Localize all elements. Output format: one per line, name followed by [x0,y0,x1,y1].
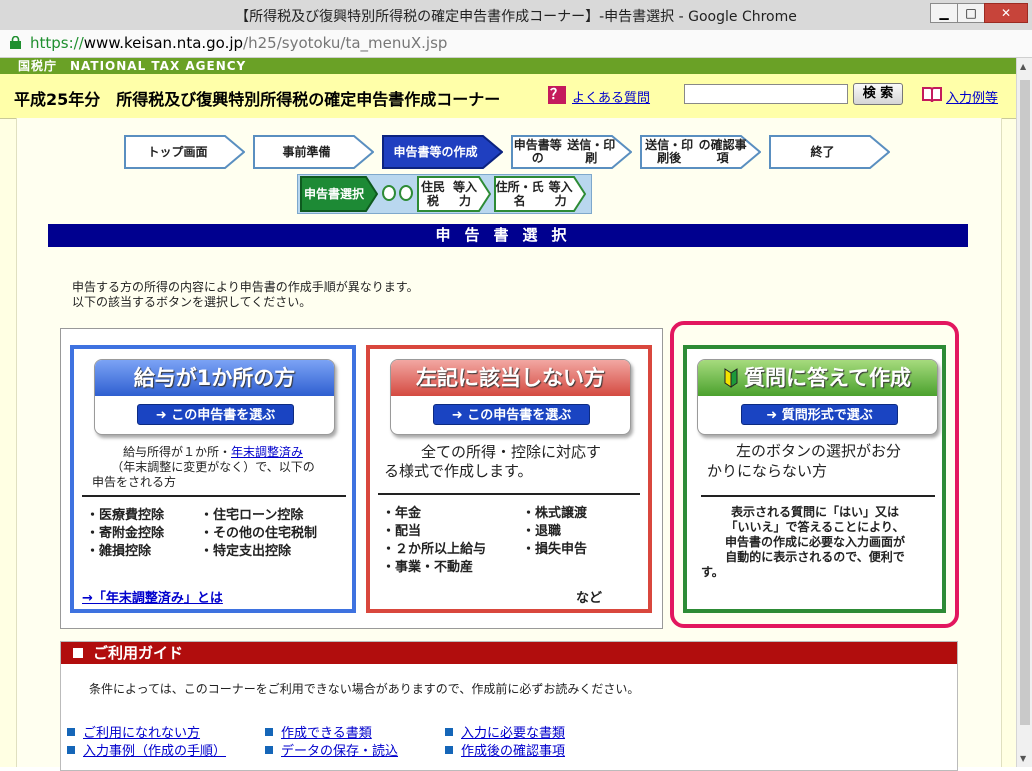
page-title: 平成25年分 所得税及び復興特別所得税の確定申告書作成コーナー [14,90,501,109]
step-label: 送信・印刷後 の確認事項 [645,138,747,165]
substep-3: 住所・氏名 等入力 [494,176,587,212]
bullet-icon [265,746,273,754]
intro-text: 申告する方の所得の内容により申告書の作成手順が異なります。 以下の該当するボタン… [72,280,419,309]
faq-link[interactable]: よくある質問 [572,87,650,106]
question-form-title: 質問に答えて作成 [698,360,937,396]
bullet-icon [265,728,273,736]
window-titlebar: 【所得税及び復興特別所得税の確定申告書作成コーナー】-申告書選択 - Googl… [0,0,1032,31]
bullet-icon [445,746,453,754]
step-1: トップ画面 [124,135,245,169]
step-label: 終了 [810,144,835,159]
select-this-form-button[interactable]: ➜ この申告書を選ぶ [137,404,294,425]
input-examples-link[interactable]: 入力例等 [946,87,998,106]
substep-1: 申告書 選択 [300,176,379,212]
step-dot-icon [382,185,396,201]
substep-label: 申告書 選択 [303,187,365,201]
other-form-title: 左記に該当しない方 [391,360,630,396]
panel-single-salary: 給与が1か所の方 ➜ この申告書を選ぶ 給与所得が１か所・年末調整済み （年末調… [70,345,356,613]
guide-link-save-load[interactable]: データの保存・読込 [265,740,398,759]
deduction-list-left: ・医療費控除 ・寄附金控除 ・雑損控除 [86,508,165,559]
income-list-right: ・株式譲渡 ・退職 ・損失申告 [522,506,588,557]
substep-2: 住民税 等入力 [417,176,492,212]
scrollbar-thumb[interactable] [1020,80,1030,725]
divider [701,495,935,497]
select-this-form-button[interactable]: ➜ この申告書を選ぶ [433,404,590,425]
lock-icon [10,36,21,49]
step-label: 申告書等の 送信・印刷 [513,138,616,165]
minimize-button[interactable]: ▁ [930,3,958,23]
substep-label: 住民税 等入力 [420,180,477,208]
question-form-description: 左のボタンの選択がお分 かりにならない方 [707,442,901,480]
usage-guide-header: ご利用ガイド [61,642,957,664]
step-2: 事前準備 [253,135,374,169]
usage-guide: ご利用ガイド 条件によっては、このコーナーをご利用できない場合がありますので、作… [60,641,958,771]
page-header: 平成25年分 所得税及び復興特別所得税の確定申告書作成コーナー ？ よくある質問… [0,74,1016,119]
year-end-adjusted-link[interactable]: 年末調整済み [231,445,303,459]
income-list-left: ・年金 ・配当 ・２か所以上給与 ・事業・不動産 [382,506,487,575]
nta-banner: 国税庁 NATIONAL TAX AGENCY [0,58,1016,74]
other-form-button[interactable]: 左記に該当しない方 ➜ この申告書を選ぶ [390,359,631,435]
guide-link-ineligible[interactable]: ご利用になれない方 [67,722,200,741]
step-label: 申告書等の 作成 [393,144,478,159]
divider [378,493,640,495]
deduction-list-right: ・住宅ローン控除 ・その他の住宅税制 ・特定支出控除 [200,508,318,559]
panel-question: 質問に答えて作成 ➜ 質問形式で選ぶ 左のボタンの選択がお分 かりにならない方 … [683,345,946,613]
question-format-button[interactable]: ➜ 質問形式で選ぶ [741,404,898,425]
single-salary-button[interactable]: 給与が1か所の方 ➜ この申告書を選ぶ [94,359,335,435]
address-bar[interactable]: https://www.keisan.nta.go.jp/h25/syotoku… [0,30,1032,58]
maximize-button[interactable]: □ [957,3,985,23]
square-bullet-icon [73,648,83,658]
bullet-icon [67,746,75,754]
single-salary-description: 給与所得が１か所・年末調整済み （年末調整に変更がなく）で、以下の 申告をされる… [92,445,315,489]
scroll-up-icon[interactable]: ▲ [1020,62,1026,71]
question-form-note: 表示される質問に「はい」又は 「いいえ」で答えることにより、 申告書の作成に必要… [701,505,905,579]
step-dot-icon [399,185,413,201]
window-title: 【所得税及び復興特別所得税の確定申告書作成コーナー】-申告書選択 - Googl… [235,9,797,25]
close-button[interactable]: ✕ [984,3,1028,23]
url-text[interactable]: https://www.keisan.nta.go.jp/h25/syotoku… [30,34,447,52]
step-5: 送信・印刷後 の確認事項 [640,135,761,169]
vertical-scrollbar[interactable]: ▲ ▼ [1016,58,1032,767]
usage-guide-note: 条件によっては、このコーナーをご利用できない場合がありますので、作成前に必ずお読… [89,682,640,696]
single-salary-title: 給与が1か所の方 [95,360,334,396]
guide-link-required[interactable]: 入力に必要な書類 [445,722,565,741]
beginner-mark-icon [724,368,738,388]
book-icon [922,87,942,103]
guide-link-documents[interactable]: 作成できる書類 [265,722,372,741]
section-title: 申告書選択 [48,224,968,247]
search-input[interactable] [684,84,848,104]
year-end-adjustment-info-link[interactable]: →「年末調整済み」とは [82,587,223,606]
question-form-button[interactable]: 質問に答えて作成 ➜ 質問形式で選ぶ [697,359,938,435]
step-label: 事前準備 [282,144,331,159]
step-label: トップ画面 [147,144,208,159]
divider [82,495,346,497]
guide-link-examples[interactable]: 入力事例（作成の手順） [67,740,226,759]
question-icon: ？ [548,86,566,104]
panel-other: 左記に該当しない方 ➜ この申告書を選ぶ 全ての所得・控除に対応す る様式で作成… [366,345,652,613]
step-3: 申告書等の 作成 [382,135,503,169]
search-button[interactable]: 検 索 [853,83,903,105]
scroll-down-icon[interactable]: ▼ [1020,754,1026,763]
other-form-description: 全ての所得・控除に対応す る様式で作成します。 [384,443,601,480]
substep-label: 住所・氏名 等入力 [495,180,573,208]
etc-label: など [576,591,603,606]
bullet-icon [67,728,75,736]
bullet-icon [445,728,453,736]
step-6: 終了 [769,135,890,169]
step-4: 申告書等の 送信・印刷 [511,135,632,169]
guide-link-post-check[interactable]: 作成後の確認事項 [445,740,565,759]
